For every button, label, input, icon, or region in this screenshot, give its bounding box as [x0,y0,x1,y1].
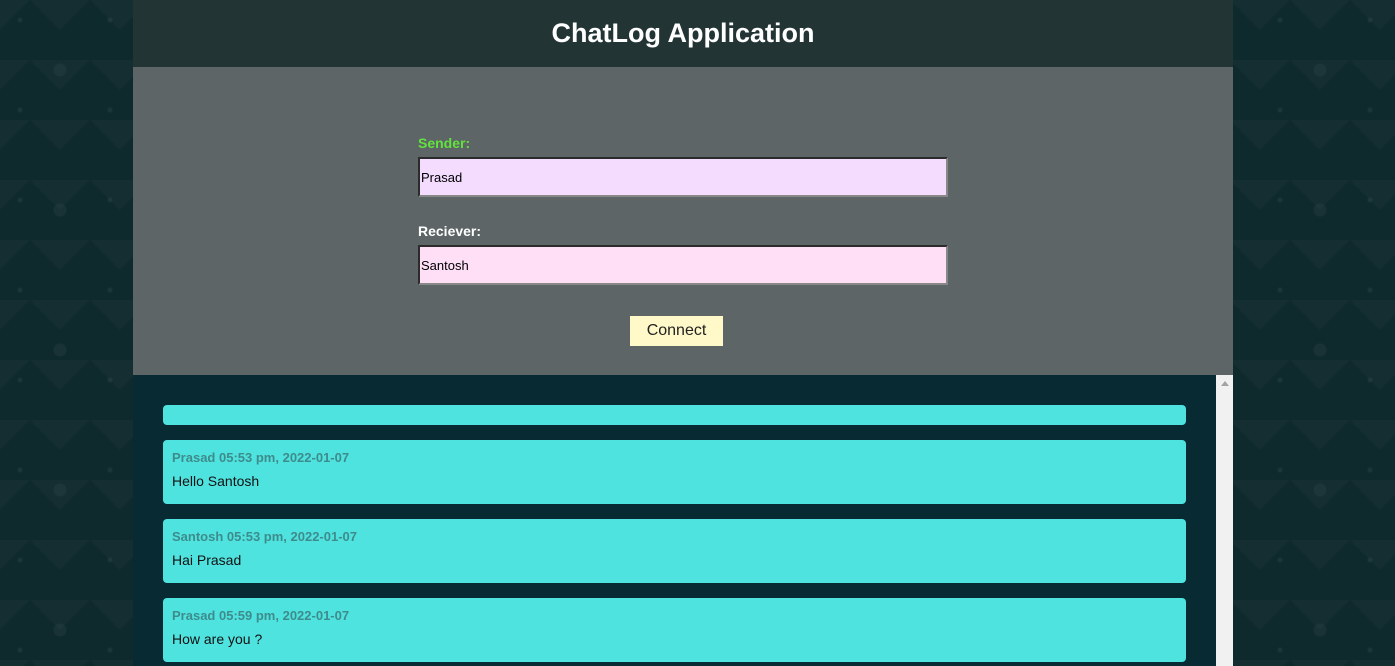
message-text: How are you ? [172,631,263,647]
empty-message-card [163,405,1186,425]
message-sender: Prasad [172,450,216,465]
message-list: Prasad 05:53 pm, 2022-01-07 Hello Santos… [133,375,1216,662]
message-meta: Prasad 05:59 pm, 2022-01-07 [172,608,1177,623]
message-card: Prasad 05:59 pm, 2022-01-07 How are you … [163,598,1186,662]
message-sender: Prasad [172,608,216,623]
message-card: Santosh 05:53 pm, 2022-01-07 Hai Prasad [163,519,1186,583]
sender-label: Sender: [418,135,471,151]
message-time: 05:53 pm, 2022-01-07 [226,529,358,544]
message-time: 05:53 pm, 2022-01-07 [219,450,350,465]
connect-panel: Sender: Reciever: Connect [133,67,1233,375]
receiver-label: Reciever: [418,223,482,239]
message-meta: Prasad 05:53 pm, 2022-01-07 [172,450,1177,465]
connect-button[interactable]: Connect [630,316,723,346]
app-header: ChatLog Application [133,0,1233,67]
receiver-input[interactable] [418,245,948,285]
message-card: Prasad 05:53 pm, 2022-01-07 Hello Santos… [163,440,1186,504]
messages-area[interactable]: Prasad 05:53 pm, 2022-01-07 Hello Santos… [133,375,1216,666]
chat-app-panel: ChatLog Application Sender: Reciever: Co… [133,0,1233,666]
message-text: Hai Prasad [172,552,242,568]
scroll-up-arrow-icon[interactable] [1216,375,1233,392]
sender-input[interactable] [418,157,948,197]
messages-scrollbar[interactable] [1216,375,1233,666]
app-title: ChatLog Application [551,18,815,48]
message-text: Hello Santosh [172,473,260,489]
message-time: 05:59 pm, 2022-01-07 [219,608,350,623]
connect-form: Sender: Reciever: [418,135,948,285]
message-sender: Santosh [172,529,224,544]
message-meta: Santosh 05:53 pm, 2022-01-07 [172,529,1177,544]
